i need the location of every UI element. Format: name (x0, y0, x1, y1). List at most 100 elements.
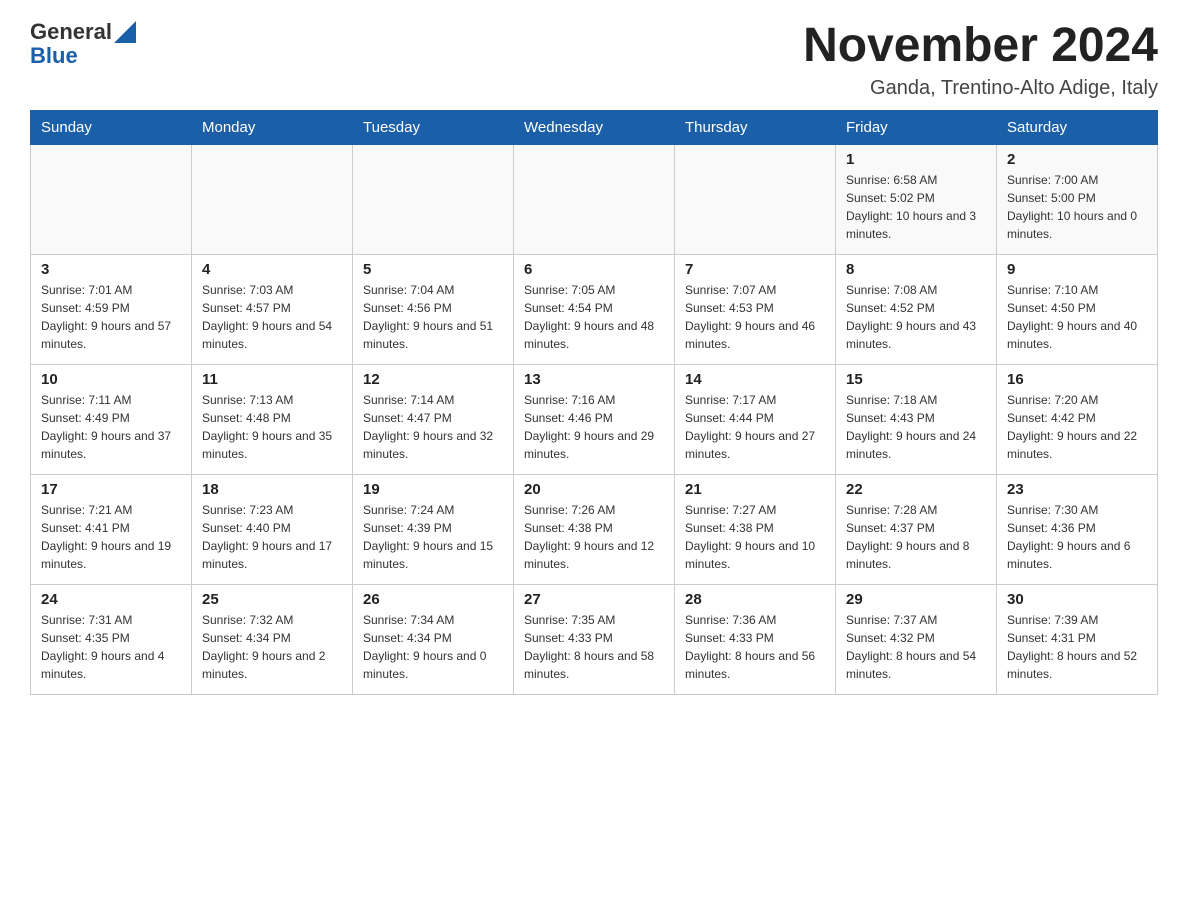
title-area: November 2024 Ganda, Trentino-Alto Adige… (803, 20, 1158, 100)
calendar-week-row: 17 Sunrise: 7:21 AM Sunset: 4:41 PM Dayli… (31, 474, 1158, 584)
day-number: 26 (363, 591, 503, 608)
calendar-day-cell: 14Sunrise: 7:17 AM Sunset: 4:44 PM Dayli… (675, 364, 836, 474)
calendar-day-cell: 8Sunrise: 7:08 AM Sunset: 4:52 PM Daylig… (836, 254, 997, 364)
day-info: Sunrise: 7:00 AM Sunset: 5:00 PM Dayligh… (1007, 171, 1147, 243)
calendar-day-cell: 13 Sunrise: 7:16 AM Sunset: 4:46 PM Dayli… (514, 364, 675, 474)
day-number: 17 (41, 481, 181, 498)
calendar-day-cell: 29Sunrise: 7:37 AM Sunset: 4:32 PM Dayli… (836, 584, 997, 694)
day-number: 22 (846, 481, 986, 498)
logo-blue-text: Blue (30, 44, 136, 68)
calendar-week-row: 1 Sunrise: 6:58 AM Sunset: 5:02 PM Daylig… (31, 144, 1158, 254)
day-number: 1 (846, 151, 986, 168)
day-number: 2 (1007, 151, 1147, 168)
calendar-day-cell: 16 Sunrise: 7:20 AM Sunset: 4:42 PM Dayli… (997, 364, 1158, 474)
day-info: Sunrise: 7:37 AM Sunset: 4:32 PM Dayligh… (846, 611, 986, 683)
day-info: Sunrise: 7:26 AM Sunset: 4:38 PM Dayligh… (524, 501, 664, 573)
day-info: Sunrise: 7:03 AM Sunset: 4:57 PM Dayligh… (202, 281, 342, 353)
day-info: Sunrise: 7:04 AM Sunset: 4:56 PM Dayligh… (363, 281, 503, 353)
calendar-day-header: Monday (192, 110, 353, 144)
calendar-day-cell: 10 Sunrise: 7:11 AM Sunset: 4:49 PM Dayli… (31, 364, 192, 474)
calendar-day-cell (514, 144, 675, 254)
day-info: Sunrise: 7:24 AM Sunset: 4:39 PM Dayligh… (363, 501, 503, 573)
calendar-day-cell: 20 Sunrise: 7:26 AM Sunset: 4:38 PM Dayli… (514, 474, 675, 584)
logo-triangle-icon (114, 21, 136, 43)
calendar-day-header: Tuesday (353, 110, 514, 144)
day-number: 10 (41, 371, 181, 388)
calendar-day-cell: 12Sunrise: 7:14 AM Sunset: 4:47 PM Dayli… (353, 364, 514, 474)
calendar-day-header: Wednesday (514, 110, 675, 144)
logo-general-text: General (30, 20, 112, 44)
calendar-day-cell: 5Sunrise: 7:04 AM Sunset: 4:56 PM Daylig… (353, 254, 514, 364)
day-number: 6 (524, 261, 664, 278)
day-info: Sunrise: 7:21 AM Sunset: 4:41 PM Dayligh… (41, 501, 181, 573)
calendar-day-cell: 2 Sunrise: 7:00 AM Sunset: 5:00 PM Daylig… (997, 144, 1158, 254)
day-info: Sunrise: 7:08 AM Sunset: 4:52 PM Dayligh… (846, 281, 986, 353)
day-number: 13 (524, 371, 664, 388)
calendar-day-cell: 4 Sunrise: 7:03 AM Sunset: 4:57 PM Daylig… (192, 254, 353, 364)
day-info: Sunrise: 7:30 AM Sunset: 4:36 PM Dayligh… (1007, 501, 1147, 573)
calendar-day-cell: 21 Sunrise: 7:27 AM Sunset: 4:38 PM Dayli… (675, 474, 836, 584)
day-info: Sunrise: 6:58 AM Sunset: 5:02 PM Dayligh… (846, 171, 986, 243)
page-header: General Blue November 2024 Ganda, Trenti… (30, 20, 1158, 100)
calendar-day-cell: 7 Sunrise: 7:07 AM Sunset: 4:53 PM Daylig… (675, 254, 836, 364)
location-subtitle: Ganda, Trentino-Alto Adige, Italy (803, 77, 1158, 100)
calendar-day-header: Saturday (997, 110, 1158, 144)
day-info: Sunrise: 7:23 AM Sunset: 4:40 PM Dayligh… (202, 501, 342, 573)
day-number: 20 (524, 481, 664, 498)
calendar-table: SundayMondayTuesdayWednesdayThursdayFrid… (30, 110, 1158, 695)
day-number: 27 (524, 591, 664, 608)
calendar-day-cell: 26 Sunrise: 7:34 AM Sunset: 4:34 PM Dayli… (353, 584, 514, 694)
calendar-day-cell: 18 Sunrise: 7:23 AM Sunset: 4:40 PM Dayli… (192, 474, 353, 584)
day-number: 7 (685, 261, 825, 278)
day-info: Sunrise: 7:11 AM Sunset: 4:49 PM Dayligh… (41, 391, 181, 463)
calendar-day-cell: 1 Sunrise: 6:58 AM Sunset: 5:02 PM Daylig… (836, 144, 997, 254)
calendar-day-cell: 3 Sunrise: 7:01 AM Sunset: 4:59 PM Daylig… (31, 254, 192, 364)
day-number: 9 (1007, 261, 1147, 278)
day-number: 25 (202, 591, 342, 608)
calendar-day-cell: 6 Sunrise: 7:05 AM Sunset: 4:54 PM Daylig… (514, 254, 675, 364)
day-info: Sunrise: 7:31 AM Sunset: 4:35 PM Dayligh… (41, 611, 181, 683)
calendar-day-header: Sunday (31, 110, 192, 144)
day-number: 28 (685, 591, 825, 608)
day-number: 16 (1007, 371, 1147, 388)
calendar-header-row: SundayMondayTuesdayWednesdayThursdayFrid… (31, 110, 1158, 144)
calendar-day-header: Thursday (675, 110, 836, 144)
calendar-day-cell: 23 Sunrise: 7:30 AM Sunset: 4:36 PM Dayli… (997, 474, 1158, 584)
calendar-day-header: Friday (836, 110, 997, 144)
calendar-day-cell (192, 144, 353, 254)
calendar-day-cell: 25 Sunrise: 7:32 AM Sunset: 4:34 PM Dayli… (192, 584, 353, 694)
day-info: Sunrise: 7:20 AM Sunset: 4:42 PM Dayligh… (1007, 391, 1147, 463)
day-number: 19 (363, 481, 503, 498)
day-number: 18 (202, 481, 342, 498)
calendar-week-row: 3 Sunrise: 7:01 AM Sunset: 4:59 PM Daylig… (31, 254, 1158, 364)
day-info: Sunrise: 7:01 AM Sunset: 4:59 PM Dayligh… (41, 281, 181, 353)
day-number: 4 (202, 261, 342, 278)
calendar-day-cell: 30Sunrise: 7:39 AM Sunset: 4:31 PM Dayli… (997, 584, 1158, 694)
day-info: Sunrise: 7:10 AM Sunset: 4:50 PM Dayligh… (1007, 281, 1147, 353)
calendar-day-cell: 17 Sunrise: 7:21 AM Sunset: 4:41 PM Dayli… (31, 474, 192, 584)
day-info: Sunrise: 7:16 AM Sunset: 4:46 PM Dayligh… (524, 391, 664, 463)
day-number: 30 (1007, 591, 1147, 608)
day-info: Sunrise: 7:07 AM Sunset: 4:53 PM Dayligh… (685, 281, 825, 353)
day-number: 15 (846, 371, 986, 388)
day-number: 11 (202, 371, 342, 388)
day-info: Sunrise: 7:17 AM Sunset: 4:44 PM Dayligh… (685, 391, 825, 463)
calendar-day-cell: 19 Sunrise: 7:24 AM Sunset: 4:39 PM Dayli… (353, 474, 514, 584)
calendar-day-cell: 28Sunrise: 7:36 AM Sunset: 4:33 PM Dayli… (675, 584, 836, 694)
day-info: Sunrise: 7:28 AM Sunset: 4:37 PM Dayligh… (846, 501, 986, 573)
day-number: 23 (1007, 481, 1147, 498)
day-number: 12 (363, 371, 503, 388)
day-info: Sunrise: 7:27 AM Sunset: 4:38 PM Dayligh… (685, 501, 825, 573)
day-info: Sunrise: 7:32 AM Sunset: 4:34 PM Dayligh… (202, 611, 342, 683)
day-info: Sunrise: 7:18 AM Sunset: 4:43 PM Dayligh… (846, 391, 986, 463)
calendar-day-cell (353, 144, 514, 254)
day-info: Sunrise: 7:34 AM Sunset: 4:34 PM Dayligh… (363, 611, 503, 683)
calendar-day-cell: 11Sunrise: 7:13 AM Sunset: 4:48 PM Dayli… (192, 364, 353, 474)
day-info: Sunrise: 7:35 AM Sunset: 4:33 PM Dayligh… (524, 611, 664, 683)
day-number: 21 (685, 481, 825, 498)
day-number: 3 (41, 261, 181, 278)
calendar-day-cell: 24Sunrise: 7:31 AM Sunset: 4:35 PM Dayli… (31, 584, 192, 694)
month-title: November 2024 (803, 20, 1158, 73)
calendar-week-row: 10 Sunrise: 7:11 AM Sunset: 4:49 PM Dayli… (31, 364, 1158, 474)
day-info: Sunrise: 7:05 AM Sunset: 4:54 PM Dayligh… (524, 281, 664, 353)
